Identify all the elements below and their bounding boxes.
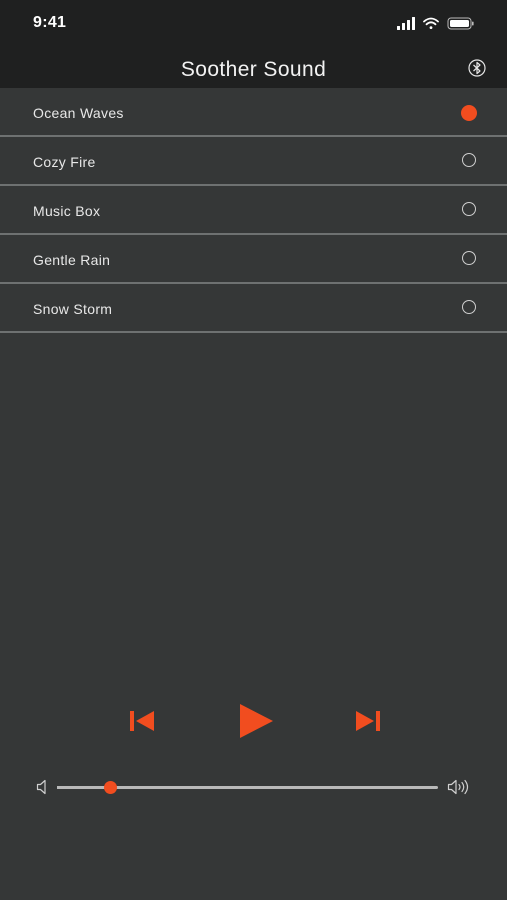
sound-item-label: Snow Storm — [33, 301, 113, 317]
skip-previous-icon[interactable] — [128, 708, 156, 734]
wifi-icon — [423, 17, 439, 29]
sound-item-ocean-waves[interactable]: Ocean Waves — [0, 88, 507, 137]
battery-icon — [447, 17, 474, 30]
page-title: Soother Sound — [180, 58, 327, 81]
radio-unselected-icon[interactable] — [462, 300, 476, 314]
radio-unselected-icon[interactable] — [462, 153, 476, 167]
volume-slider[interactable] — [57, 781, 438, 794]
sound-item-label: Music Box — [33, 203, 101, 219]
sound-item-label: Cozy Fire — [33, 154, 96, 170]
volume-control — [0, 772, 507, 802]
radio-unselected-icon[interactable] — [462, 251, 476, 265]
radio-unselected-icon[interactable] — [462, 202, 476, 216]
sound-item-label: Gentle Rain — [33, 252, 111, 268]
top-bar: 9:41 Soother Sound — [0, 0, 507, 88]
volume-slider-thumb[interactable] — [104, 781, 118, 794]
playback-controls — [0, 700, 507, 740]
play-icon[interactable] — [236, 702, 276, 740]
sound-list: Ocean Waves Cozy Fire Music Box Gentle R… — [0, 88, 507, 333]
sound-item-label: Ocean Waves — [33, 105, 124, 121]
sound-item-gentle-rain[interactable]: Gentle Rain — [0, 235, 507, 284]
bluetooth-icon[interactable] — [467, 58, 487, 78]
status-time: 9:41 — [33, 14, 67, 31]
volume-slider-fill — [57, 786, 111, 789]
soother-sound-screen: 9:41 Soother Sound Ocean Waves Cozy Fire… — [0, 0, 507, 900]
sound-item-music-box[interactable]: Music Box — [0, 186, 507, 235]
volume-high-icon — [447, 779, 469, 795]
volume-low-icon — [36, 779, 46, 795]
sound-item-snow-storm[interactable]: Snow Storm — [0, 284, 507, 333]
status-icons — [397, 17, 474, 30]
radio-selected-icon[interactable] — [461, 105, 477, 121]
skip-next-icon[interactable] — [354, 708, 382, 734]
sound-item-cozy-fire[interactable]: Cozy Fire — [0, 137, 507, 186]
signal-icon — [397, 17, 415, 30]
